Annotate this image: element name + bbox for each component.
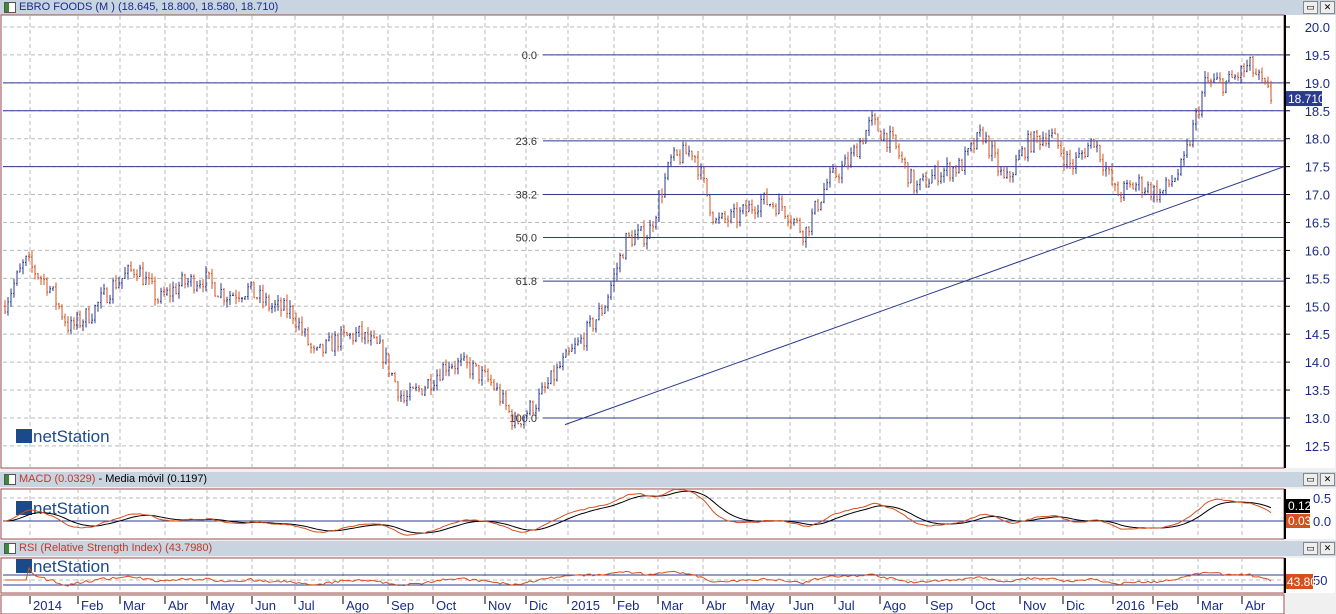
netstation-logo-mark	[16, 429, 32, 443]
x-tick-label: Mar	[1201, 598, 1224, 613]
trendline	[564, 166, 1285, 426]
y-tick-label: 18.0	[1305, 132, 1330, 147]
x-tick-label: Ago	[883, 598, 906, 613]
close-button[interactable]: ✕	[1320, 473, 1335, 486]
chart-title: EBRO FOODS (M ) (18.645, 18.800, 18.580,…	[19, 1, 279, 13]
x-tick-label: Jul	[298, 598, 315, 613]
macd-badge-label: 0.12	[1288, 499, 1312, 513]
x-tick-label: Abr	[706, 598, 727, 613]
netstation-logo: netStation	[33, 499, 110, 518]
y-tick-label: 16.5	[1305, 215, 1330, 230]
fibonacci-label: 38.2	[516, 190, 537, 202]
fibonacci-label: 50.0	[516, 233, 537, 245]
y-tick-label: 19.0	[1305, 76, 1330, 91]
x-tick-label: Jul	[838, 598, 855, 613]
fibonacci-label: 23.6	[516, 136, 537, 148]
x-tick-label: Nov	[488, 598, 512, 613]
x-tick-label: Mar	[661, 598, 684, 613]
close-button[interactable]: ✕	[1320, 1, 1335, 14]
y-tick-label: 12.5	[1305, 439, 1330, 454]
rsi-line	[5, 566, 1272, 587]
macd-tick-label: 0.5	[1313, 491, 1331, 506]
y-tick-label: 16.0	[1305, 243, 1330, 258]
x-tick-label: Oct	[436, 598, 457, 613]
fibonacci-label: 100.0	[509, 413, 537, 425]
x-tick-label: Jun	[255, 598, 276, 613]
y-tick-label: 17.5	[1305, 160, 1330, 175]
macd-title: MACD (0.0329)	[19, 473, 96, 485]
x-tick-label: 2014	[33, 598, 62, 613]
x-tick-label: Mar	[123, 598, 146, 613]
y-tick-label: 15.0	[1305, 299, 1330, 314]
fibonacci-label: 0.0	[522, 50, 537, 62]
chart-icon	[4, 474, 16, 485]
macd-badge	[1286, 499, 1310, 513]
x-tick-label: Feb	[617, 598, 639, 613]
x-tick-label: Oct	[975, 598, 996, 613]
x-tick-label: Sep	[391, 598, 414, 613]
y-tick-label: 14.0	[1305, 355, 1330, 370]
rsi-tick-label: 50	[1313, 573, 1327, 588]
signal-badge-label: 0.03	[1288, 514, 1312, 528]
x-tick-label: 2016	[1116, 598, 1145, 613]
price-axis	[1285, 15, 1335, 468]
rsi-badge	[1286, 574, 1313, 589]
signal-badge	[1286, 514, 1310, 528]
x-tick-label: Feb	[81, 598, 103, 613]
netstation-logo: netStation	[33, 557, 110, 576]
chart-canvas[interactable]: 2014 Feb Mar Abr May Jun Jul Ago Sep Oct Nov Dic 201…	[0, 0, 1336, 614]
macd-axis	[1285, 489, 1335, 539]
y-tick-label: 13.0	[1305, 411, 1330, 426]
price-panel-header: EBRO FOODS (M ) (18.645, 18.800, 18.580,…	[0, 0, 1336, 15]
date-axis	[0, 594, 1285, 614]
x-tick-label: Ago	[346, 598, 369, 613]
macd-plot-area	[0, 488, 1285, 540]
chart-icon	[4, 543, 16, 554]
maximize-button[interactable]: ▭	[1303, 1, 1318, 14]
x-tick-label: May	[210, 598, 235, 613]
macd-tick-label: 0.0	[1313, 514, 1331, 529]
y-tick-label: 14.5	[1305, 327, 1330, 342]
fibonacci-label: 61.8	[516, 276, 537, 288]
x-tick-label: Feb	[1156, 598, 1178, 613]
rsi-badge-label: 43.80	[1287, 575, 1317, 589]
netstation-logo-mark	[16, 501, 32, 515]
chart-window: EBRO FOODS (M ) (18.645, 18.800, 18.580,…	[0, 0, 1336, 614]
x-tick-label: Abr	[1245, 598, 1266, 613]
x-tick-label: May	[750, 598, 775, 613]
rsi-panel-header: RSI (Relative Strength Index) (43.7980) …	[0, 541, 1336, 556]
macd-panel-header: MACD (0.0329) - Media móvil (0.1197) ▭ ✕	[0, 472, 1336, 487]
x-tick-label: 2015	[571, 598, 600, 613]
last-price-label: 18.710	[1288, 92, 1325, 106]
maximize-button[interactable]: ▭	[1303, 542, 1318, 555]
macd-signal-line	[4, 490, 1272, 534]
y-tick-label: 20.0	[1305, 20, 1330, 35]
netstation-logo: netStation	[33, 427, 110, 446]
x-tick-label: Nov	[1023, 598, 1047, 613]
separator: -	[95, 473, 106, 485]
chart-icon	[4, 2, 16, 13]
y-tick-label: 19.5	[1305, 48, 1330, 63]
x-tick-label: Abr	[168, 598, 189, 613]
x-tick-label: Dic	[1066, 598, 1085, 613]
y-tick-label: 18.5	[1305, 104, 1330, 119]
last-price-badge	[1286, 91, 1322, 107]
netstation-logo-mark	[16, 559, 32, 573]
y-tick-label: 15.5	[1305, 271, 1330, 286]
x-tick-label: Jun	[793, 598, 814, 613]
x-tick-label: Dic	[529, 598, 548, 613]
moving-average-title: Media móvil (0.1197)	[105, 473, 208, 485]
rsi-axis	[1285, 558, 1335, 593]
y-tick-label: 13.5	[1305, 383, 1330, 398]
y-tick-label: 17.0	[1305, 188, 1330, 203]
price-plot-area	[0, 14, 1285, 469]
maximize-button[interactable]: ▭	[1303, 473, 1318, 486]
rsi-plot-area	[0, 557, 1285, 594]
macd-line	[4, 488, 1272, 536]
rsi-title: RSI (Relative Strength Index) (43.7980)	[19, 542, 213, 554]
close-button[interactable]: ✕	[1320, 542, 1335, 555]
x-tick-label: Sep	[930, 598, 953, 613]
